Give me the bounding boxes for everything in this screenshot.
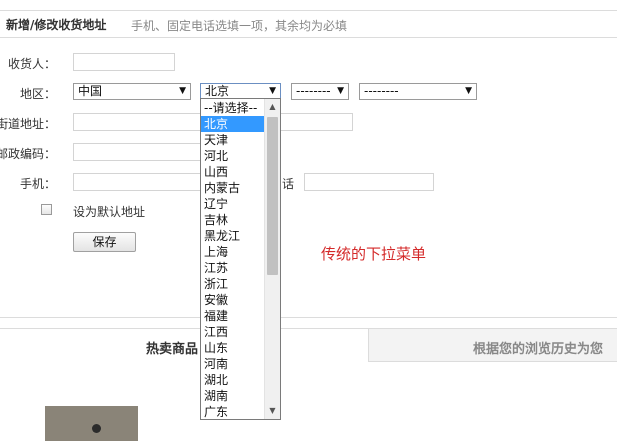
dropdown-option[interactable]: 河北	[201, 148, 265, 164]
city-select[interactable]: -------- ▼	[291, 83, 349, 100]
dropdown-option[interactable]: 吉林	[201, 212, 265, 228]
dropdown-option-highlighted[interactable]: 北京	[201, 116, 265, 132]
dropdown-option[interactable]: 安徽	[201, 292, 265, 308]
province-select-value: 北京	[205, 84, 230, 98]
dropdown-option[interactable]: 辽宁	[201, 196, 265, 212]
dropdown-scrollbar[interactable]: ▲ ▼	[264, 99, 280, 419]
street-label: 街道地址：	[0, 117, 56, 131]
receiver-label: 收货人：	[7, 57, 56, 71]
dropdown-option[interactable]: 福建	[201, 308, 265, 324]
default-address-checkbox[interactable]	[41, 204, 52, 215]
dropdown-option[interactable]: 河南	[201, 356, 265, 372]
chevron-down-icon: ▼	[179, 86, 186, 96]
dropdown-option[interactable]: 黑龙江	[201, 228, 265, 244]
chevron-down-icon: ▼	[337, 86, 344, 96]
browsing-history-tab-label: 根据您的浏览历史为您	[473, 342, 604, 357]
country-select[interactable]: 中国 ▼	[73, 83, 191, 100]
dropdown-option[interactable]: 上海	[201, 244, 265, 260]
region-label: 地区：	[19, 87, 56, 101]
page-title: 新增/修改收货地址	[6, 18, 107, 32]
hot-products-title: 热卖商品	[146, 342, 199, 357]
form-hint: 手机、固定电话选填一项，其余均为必填	[131, 19, 348, 33]
dropdown-option[interactable]: 内蒙古	[201, 180, 265, 196]
scroll-down-icon[interactable]: ▼	[265, 403, 280, 419]
phone-input[interactable]	[304, 173, 434, 191]
chevron-down-icon: ▼	[465, 86, 472, 96]
top-divider	[0, 10, 617, 11]
bottom-divider	[0, 317, 617, 318]
dropdown-option[interactable]: 天津	[201, 132, 265, 148]
phone-label: 话	[282, 177, 295, 191]
save-button[interactable]: 保存	[73, 232, 136, 252]
province-dropdown-list[interactable]: --请选择-- 北京 天津 河北 山西 内蒙古 辽宁 吉林 黑龙江 上海 江苏 …	[200, 98, 281, 420]
product-thumbnail[interactable]	[45, 406, 138, 441]
product-detail-mark	[92, 424, 101, 433]
country-select-value: 中国	[78, 84, 103, 98]
postcode-label: 邮政编码：	[0, 147, 56, 161]
district-select-value: --------	[364, 84, 399, 98]
dropdown-option[interactable]: 广东	[201, 404, 265, 419]
browsing-history-tab[interactable]: 根据您的浏览历史为您	[368, 328, 617, 362]
city-select-value: --------	[296, 84, 331, 98]
postcode-input[interactable]	[73, 143, 203, 161]
dropdown-option[interactable]: --请选择--	[201, 100, 265, 116]
dropdown-option[interactable]: 湖北	[201, 372, 265, 388]
receiver-input[interactable]	[73, 53, 175, 71]
dropdown-option[interactable]: 山东	[201, 340, 265, 356]
chevron-down-icon: ▼	[269, 86, 276, 96]
scrollbar-thumb[interactable]	[267, 117, 278, 275]
dropdown-option[interactable]: 江西	[201, 324, 265, 340]
dropdown-option[interactable]: 浙江	[201, 276, 265, 292]
dropdown-option[interactable]: 湖南	[201, 388, 265, 404]
header-divider	[0, 37, 617, 38]
default-address-label: 设为默认地址	[73, 205, 146, 219]
mobile-input[interactable]	[73, 173, 203, 191]
scroll-up-icon[interactable]: ▲	[265, 99, 280, 115]
dropdown-option[interactable]: 山西	[201, 164, 265, 180]
dropdown-option[interactable]: 江苏	[201, 260, 265, 276]
annotation-text: 传统的下拉菜单	[321, 245, 427, 263]
district-select[interactable]: -------- ▼	[359, 83, 477, 100]
mobile-label: 手机：	[19, 177, 56, 191]
